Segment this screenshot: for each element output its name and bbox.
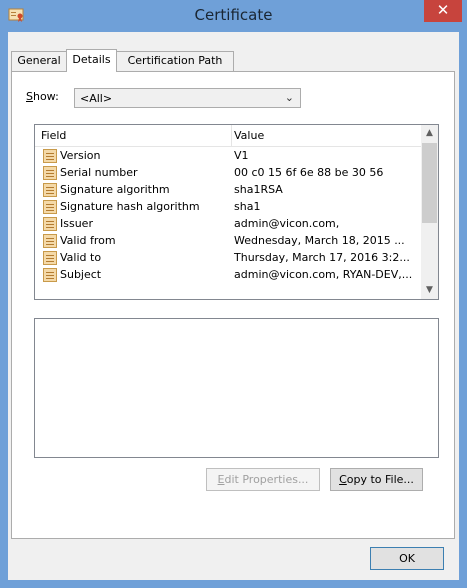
- show-label: Show:: [26, 90, 59, 103]
- field-name: Signature hash algorithm: [60, 200, 200, 213]
- column-header-field[interactable]: Field: [41, 129, 66, 142]
- list-item[interactable]: Signature hash algorithm sha1: [35, 199, 421, 215]
- field-value: V1: [234, 149, 249, 162]
- certificate-window: Certificate ✕ General Details Certificat…: [0, 0, 467, 588]
- field-detail-box[interactable]: [34, 318, 439, 458]
- field-icon: [43, 251, 57, 265]
- tab-general[interactable]: General: [11, 51, 67, 71]
- field-icon: [43, 268, 57, 282]
- edit-properties-accel: E: [217, 473, 225, 486]
- field-icon: [43, 200, 57, 214]
- field-value: sha1: [234, 200, 261, 213]
- field-icon: [43, 234, 57, 248]
- vertical-scrollbar[interactable]: ▲ ▼: [421, 125, 438, 299]
- show-dropdown[interactable]: <All> ⌄: [74, 88, 301, 108]
- field-value: admin@vicon.com, RYAN-DEV,...: [234, 268, 413, 281]
- show-label-accel: S: [26, 90, 33, 103]
- field-value: Wednesday, March 18, 2015 ...: [234, 234, 405, 247]
- edit-properties-button[interactable]: Edit Properties...: [206, 468, 320, 491]
- field-value: 00 c0 15 6f 6e 88 be 30 56: [234, 166, 384, 179]
- field-name: Valid to: [60, 251, 102, 264]
- scroll-up-arrow-icon[interactable]: ▲: [421, 125, 438, 142]
- title-bar[interactable]: Certificate ✕: [0, 0, 467, 32]
- column-divider[interactable]: [231, 125, 232, 146]
- dialog-client: General Details Certification Path Show:…: [8, 32, 459, 580]
- list-item[interactable]: Version V1: [35, 148, 421, 164]
- field-icon: [43, 183, 57, 197]
- ok-button[interactable]: OK: [370, 547, 444, 570]
- list-item[interactable]: Signature algorithm sha1RSA: [35, 182, 421, 198]
- list-item[interactable]: Subject admin@vicon.com, RYAN-DEV,...: [35, 267, 421, 283]
- chevron-down-icon: ⌄: [284, 91, 294, 104]
- field-name: Serial number: [60, 166, 138, 179]
- show-dropdown-value: <All>: [80, 92, 113, 105]
- copy-to-file-label: opy to File...: [346, 473, 414, 486]
- field-icon: [43, 149, 57, 163]
- list-header: Field Value: [35, 125, 421, 147]
- field-name: Issuer: [60, 217, 93, 230]
- close-button[interactable]: ✕: [424, 0, 462, 22]
- copy-to-file-button[interactable]: Copy to File...: [330, 468, 423, 491]
- field-name: Valid from: [60, 234, 116, 247]
- column-header-value[interactable]: Value: [234, 129, 264, 142]
- edit-properties-label: dit Properties...: [224, 473, 309, 486]
- scrollbar-thumb[interactable]: [422, 143, 437, 223]
- list-item[interactable]: Serial number 00 c0 15 6f 6e 88 be 30 56: [35, 165, 421, 181]
- tab-certification-path[interactable]: Certification Path: [116, 51, 234, 71]
- show-label-text: how:: [32, 90, 59, 103]
- tab-details[interactable]: Details: [66, 49, 117, 72]
- field-value: sha1RSA: [234, 183, 283, 196]
- field-value: Thursday, March 17, 2016 3:2...: [234, 251, 410, 264]
- list-item[interactable]: Valid to Thursday, March 17, 2016 3:2...: [35, 250, 421, 266]
- field-icon: [43, 166, 57, 180]
- copy-to-file-accel: C: [339, 473, 347, 486]
- list-item[interactable]: Issuer admin@vicon.com,: [35, 216, 421, 232]
- window-title: Certificate: [194, 6, 273, 24]
- field-value: admin@vicon.com,: [234, 217, 340, 230]
- scroll-down-arrow-icon[interactable]: ▼: [421, 282, 438, 299]
- field-name: Subject: [60, 268, 102, 281]
- field-name: Version: [60, 149, 101, 162]
- field-icon: [43, 217, 57, 231]
- list-item[interactable]: Valid from Wednesday, March 18, 2015 ...: [35, 233, 421, 249]
- fields-list[interactable]: Field Value Version V1 Serial number 00 …: [34, 124, 439, 300]
- field-name: Signature algorithm: [60, 183, 170, 196]
